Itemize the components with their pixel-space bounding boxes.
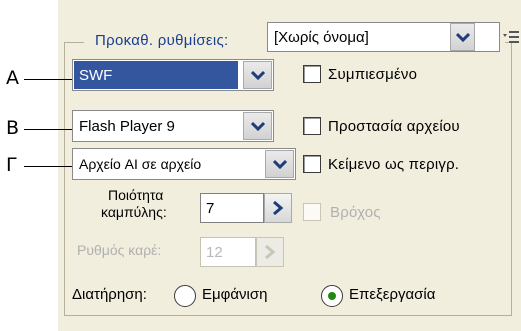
format-select[interactable]: SWF <box>72 59 274 91</box>
loop-label: Βρόχος <box>330 204 381 221</box>
preserve-appearance-label: Εμφάνιση <box>202 286 268 303</box>
callout-a-line <box>24 79 72 80</box>
chevron-down-icon <box>250 121 265 131</box>
player-version-value: Flash Player 9 <box>74 112 238 140</box>
callout-a: A <box>6 67 19 89</box>
curve-quality-stepper-button[interactable] <box>264 193 292 223</box>
export-as-value: Αρχείο AI σε αρχείο <box>74 150 263 178</box>
protect-file-label: Προστασία αρχείου <box>328 118 460 135</box>
text-as-outlines-label: Κείμενο ως περιγρ. <box>328 156 460 173</box>
radio-selected-dot <box>328 292 336 300</box>
callout-g-line <box>24 166 72 167</box>
panel-menu-icon[interactable] <box>502 28 520 46</box>
group-frame-top-left <box>64 42 84 43</box>
preset-dropdown-button[interactable] <box>450 23 475 51</box>
chevron-down-icon <box>272 159 287 169</box>
format-dropdown-button[interactable] <box>243 61 272 89</box>
compressed-checkbox[interactable] <box>303 65 321 83</box>
text-as-outlines-checkbox[interactable] <box>303 155 321 173</box>
chevron-down-icon <box>455 32 470 42</box>
format-select-value: SWF <box>74 61 238 89</box>
preset-select[interactable]: [Χωρίς όνομα] <box>267 22 500 52</box>
loop-checkbox[interactable] <box>303 203 321 221</box>
chevron-down-icon <box>250 70 265 80</box>
compressed-label: Συμπιεσμένο <box>328 66 418 83</box>
frame-rate-label: Ρυθμός καρέ: <box>77 242 162 258</box>
curve-quality-input[interactable]: 7 <box>200 193 264 223</box>
preserve-editing-radio[interactable] <box>321 285 343 307</box>
chevron-right-icon <box>273 201 284 215</box>
preset-label: Προκαθ. ρυθμίσεις: <box>95 32 229 49</box>
preserve-appearance-radio[interactable] <box>174 285 196 307</box>
callout-g: Γ <box>6 154 17 176</box>
player-dropdown-button[interactable] <box>243 112 272 140</box>
frame-rate-input[interactable]: 12 <box>200 237 256 267</box>
export-as-dropdown-button[interactable] <box>265 150 294 178</box>
curve-quality-label-line2: καμπύλης: <box>101 204 167 220</box>
export-as-select[interactable]: Αρχείο AI σε αρχείο <box>72 148 296 180</box>
preserve-editing-label: Επεξεργασία <box>349 286 436 303</box>
callout-b-line <box>24 129 72 130</box>
protect-file-checkbox[interactable] <box>303 117 321 135</box>
callout-b: B <box>6 117 20 139</box>
frame-rate-stepper-button[interactable] <box>256 237 284 267</box>
preserve-label: Διατήρηση: <box>72 286 147 303</box>
curve-quality-label-line1: Ποιότητα <box>108 187 164 203</box>
preset-select-value: [Χωρίς όνομα] <box>269 24 445 50</box>
chevron-right-icon <box>265 245 276 259</box>
player-version-select[interactable]: Flash Player 9 <box>72 110 274 142</box>
